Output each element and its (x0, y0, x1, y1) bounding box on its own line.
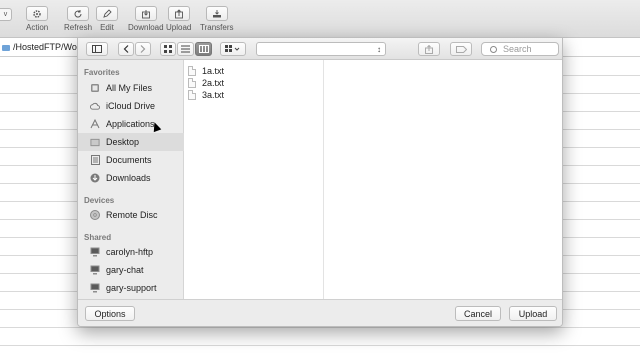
file-item[interactable]: 3a.txt (188, 89, 224, 101)
sidebar-item-downloads[interactable]: Downloads (78, 169, 184, 187)
download-button[interactable]: Download (128, 6, 164, 32)
sidebar-item-label: Remote Disc (106, 210, 158, 220)
sidebar-item-label: Desktop (106, 137, 140, 147)
action-button[interactable]: Action (26, 6, 48, 32)
search-placeholder: Search (503, 44, 532, 54)
share-button[interactable] (418, 42, 440, 56)
file-browser-column: 1a.txt 2a.txt 3a.txt (184, 60, 324, 300)
upload-button[interactable]: Upload (166, 6, 191, 32)
sidebar-toggle-button[interactable] (86, 42, 108, 56)
forward-button[interactable] (135, 42, 151, 56)
cloud-icon (90, 101, 100, 111)
toolbar-overflow-button[interactable]: v (0, 8, 12, 21)
arrange-button[interactable] (220, 42, 246, 56)
upload-confirm-button[interactable]: Upload (509, 306, 557, 321)
grid-icon (164, 45, 172, 53)
icon-view-button[interactable] (160, 42, 176, 56)
sidebar-item-remote-disc[interactable]: Remote Disc (78, 206, 184, 224)
sidebar-item-applications[interactable]: Applications (78, 115, 184, 133)
sidebar-item-label: gary-support (106, 283, 157, 293)
desktop-icon (90, 137, 100, 147)
sidebar-item-label: All My Files (106, 83, 153, 93)
edit-icon (96, 6, 118, 21)
file-name: 2a.txt (202, 78, 225, 88)
cancel-button[interactable]: Cancel (455, 306, 501, 321)
file-item[interactable]: 1a.txt (188, 65, 224, 77)
search-icon (490, 46, 497, 53)
sidebar-item-label: iCloud Drive (106, 101, 156, 111)
favorites-header: Favorites (84, 68, 120, 77)
remote-path-text: /HostedFTP/Wo (13, 42, 77, 52)
sidebar-icon (92, 45, 102, 53)
transfers-label: Transfers (200, 23, 234, 32)
file-item[interactable]: 2a.txt (188, 77, 224, 89)
computer-icon (90, 247, 100, 257)
upload-label: Upload (166, 23, 192, 32)
all-files-icon (90, 83, 100, 93)
sidebar-item-desktop[interactable]: Desktop (78, 133, 184, 151)
app-toolbar: v Action Refresh Edit Download Upload Tr… (0, 0, 640, 38)
documents-icon (90, 155, 100, 165)
folder-icon (2, 44, 10, 51)
sidebar-item-label: Applications (106, 119, 155, 129)
devices-header: Devices (84, 196, 115, 205)
refresh-icon (67, 6, 89, 21)
upload-file-dialog: ↕ Search Favorites All My Files iCloud D… (77, 37, 563, 327)
transfers-icon (205, 6, 228, 21)
file-name: 3a.txt (202, 90, 225, 100)
computer-icon (90, 265, 100, 275)
refresh-label: Refresh (64, 23, 93, 32)
dialog-sidebar: Favorites All My Files iCloud Drive Appl… (78, 60, 184, 300)
options-button[interactable]: Options (85, 306, 135, 321)
sidebar-item-icloud-drive[interactable]: iCloud Drive (78, 97, 184, 115)
tag-button[interactable] (450, 42, 472, 56)
sidebar-item-carolyn-hftp[interactable]: carolyn-hftp (78, 243, 184, 261)
shared-header: Shared (84, 233, 112, 242)
file-name: 1a.txt (202, 66, 225, 76)
computer-icon (90, 283, 100, 293)
sidebar-item-label: gary-chat (106, 265, 144, 275)
text-file-icon (188, 66, 196, 76)
text-file-icon (188, 78, 196, 88)
column-view-button[interactable] (195, 42, 212, 56)
back-button[interactable] (118, 42, 134, 56)
sidebar-item-documents[interactable]: Documents (78, 151, 184, 169)
location-popup[interactable]: ↕ (256, 42, 386, 56)
chevron-right-icon (140, 45, 146, 53)
sidebar-item-label: Downloads (106, 173, 151, 183)
edit-button[interactable]: Edit (96, 6, 118, 32)
sidebar-item-label: Documents (106, 155, 152, 165)
chevron-left-icon (123, 45, 129, 53)
sidebar-item-gary-chat[interactable]: gary-chat (78, 261, 184, 279)
dialog-footer: Options Cancel Upload (78, 299, 562, 326)
action-label: Action (26, 23, 49, 32)
text-file-icon (188, 90, 196, 100)
list-view-button[interactable] (177, 42, 194, 56)
refresh-button[interactable]: Refresh (64, 6, 92, 32)
download-label: Download (128, 23, 164, 32)
downloads-icon (90, 173, 100, 183)
sidebar-item-all-my-files[interactable]: All My Files (78, 79, 184, 97)
download-icon (134, 6, 157, 21)
applications-icon (90, 119, 100, 129)
tag-icon (455, 45, 467, 53)
disc-icon (90, 210, 100, 220)
edit-label: Edit (100, 23, 114, 32)
sidebar-item-label: carolyn-hftp (106, 247, 154, 257)
upload-icon (167, 6, 190, 21)
updown-chevron-icon: ↕ (377, 45, 381, 54)
search-field[interactable]: Search (481, 42, 559, 56)
gear-icon (26, 6, 49, 21)
list-icon (181, 45, 190, 53)
columns-icon (198, 45, 209, 53)
dialog-toolbar: ↕ Search (78, 38, 562, 60)
sidebar-item-gary-support[interactable]: gary-support (78, 279, 184, 297)
share-icon (425, 44, 433, 54)
transfers-button[interactable]: Transfers (200, 6, 234, 32)
arrange-icon (225, 45, 240, 52)
